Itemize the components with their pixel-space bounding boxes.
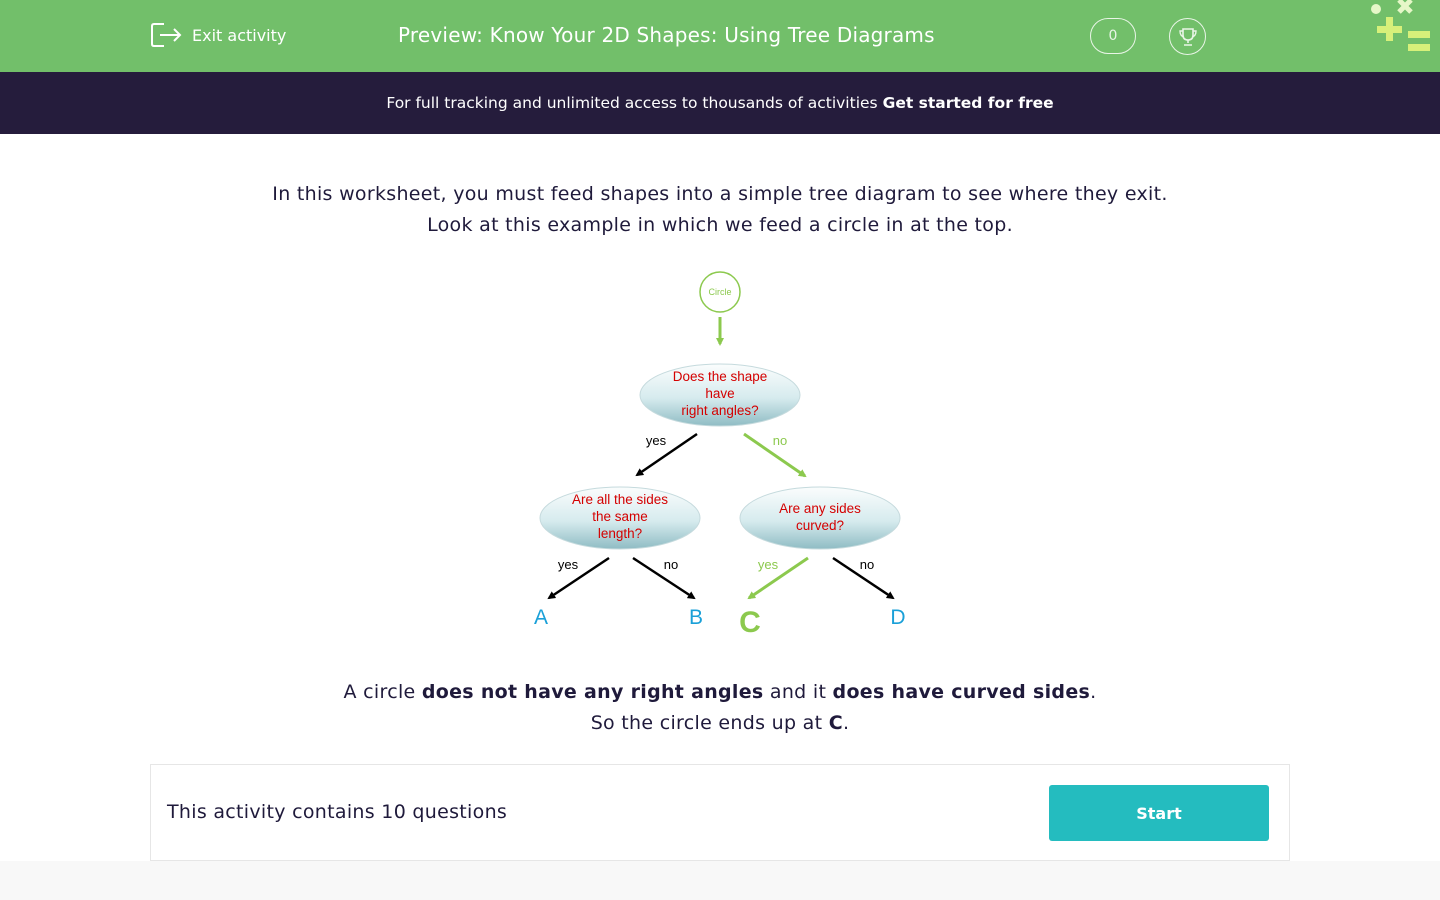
question-curved-sides: Are any sides curved? — [739, 486, 901, 550]
trophy-button[interactable] — [1169, 18, 1206, 55]
brand-logo — [1371, 0, 1430, 51]
intro-line-1: In this worksheet, you must feed shapes … — [272, 183, 1168, 205]
explanation-line-2: So the circle ends up at C. — [590, 712, 850, 734]
score-badge: 0 — [1090, 18, 1136, 54]
intro-text: In this worksheet, you must feed shapes … — [0, 179, 1440, 241]
exit-icon — [151, 23, 182, 47]
svg-text:Does the shape: Does the shape — [673, 369, 768, 384]
intro-line-2: Look at this example in which we feed a … — [427, 214, 1013, 236]
question-right-angles: Does the shape have right angles? — [639, 363, 801, 427]
explanation-line-1: A circle does not have any right angles … — [343, 681, 1097, 703]
upgrade-banner: For full tracking and unlimited access t… — [0, 72, 1440, 134]
start-button[interactable]: Start — [1049, 785, 1269, 841]
exit-label-d: D — [890, 606, 905, 629]
exit-label-a: A — [534, 606, 548, 629]
get-started-link[interactable]: Get started for free — [883, 94, 1054, 112]
input-shape-node: Circle — [699, 271, 741, 313]
exit-activity-label: Exit activity — [192, 25, 287, 45]
label-q3-no: no — [860, 557, 874, 572]
exit-label-c: C — [739, 606, 761, 639]
input-shape-label: Circle — [708, 287, 731, 297]
question-same-length: Are all the sides the same length? — [539, 486, 701, 550]
tree-diagram: Circle Does the shape have right angles?… — [534, 271, 906, 639]
activity-card: This activity contains 10 questions Star… — [150, 764, 1290, 861]
svg-text:length?: length? — [598, 526, 642, 541]
svg-text:have: have — [705, 386, 734, 401]
top-bar: Exit activity Preview: Know Your 2D Shap… — [0, 0, 1440, 72]
banner-text: For full tracking and unlimited access t… — [386, 94, 878, 112]
page-footer — [0, 861, 1440, 900]
exit-activity-button[interactable]: Exit activity — [150, 21, 286, 49]
label-q2-yes: yes — [558, 557, 579, 572]
explanation-text: A circle does not have any right angles … — [0, 677, 1440, 739]
label-q1-yes: yes — [646, 433, 667, 448]
svg-text:the same: the same — [592, 509, 648, 524]
page-title: Preview: Know Your 2D Shapes: Using Tree… — [398, 23, 935, 47]
trophy-icon — [1178, 27, 1197, 46]
label-q2-no: no — [664, 557, 678, 572]
svg-text:Are all the sides: Are all the sides — [572, 492, 668, 507]
exit-label-b: B — [689, 606, 703, 629]
svg-text:curved?: curved? — [796, 518, 844, 533]
svg-text:Are any sides: Are any sides — [779, 501, 861, 516]
svg-text:right angles?: right angles? — [681, 403, 758, 418]
label-q1-no: no — [773, 433, 787, 448]
label-q3-yes: yes — [758, 557, 779, 572]
main-content: In this worksheet, you must feed shapes … — [0, 134, 1440, 861]
question-count-text: This activity contains 10 questions — [167, 801, 508, 823]
